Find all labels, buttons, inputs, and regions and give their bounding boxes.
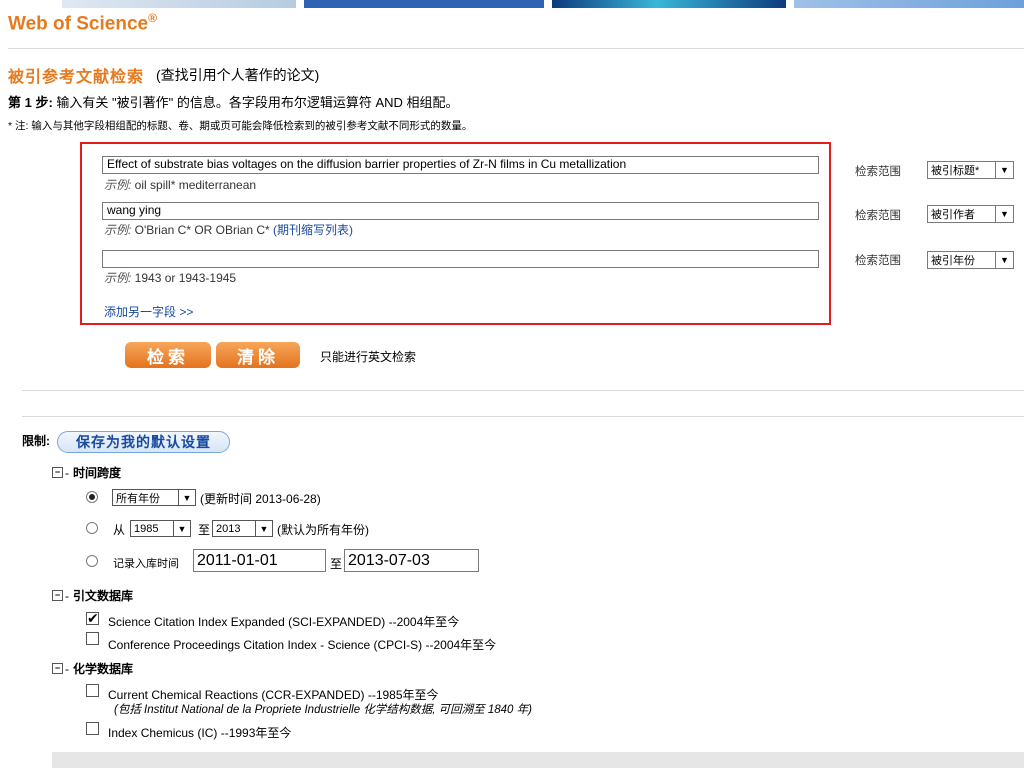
divider bbox=[22, 416, 1024, 417]
radio-all-years[interactable] bbox=[86, 491, 98, 503]
scope-select-title[interactable]: 被引标题* ▼ bbox=[927, 161, 1014, 179]
default-note: (默认为所有年份) bbox=[277, 523, 369, 537]
entry-date-label: 记录入库时间 bbox=[113, 558, 179, 570]
search-note: * 注: 输入与其他字段相组配的标题、卷、期或页可能会降低检索到的被引参考文献不… bbox=[8, 120, 473, 132]
chevron-down-icon: ▼ bbox=[995, 162, 1013, 178]
db-label: Index Chemicus (IC) --1993年至今 bbox=[108, 726, 292, 740]
save-default-button[interactable]: 保存为我的默认设置 bbox=[57, 431, 230, 453]
collapse-icon: − bbox=[52, 467, 63, 478]
scope-label: 检索范围 bbox=[855, 166, 901, 178]
ccr-expanded-checkbox[interactable] bbox=[86, 684, 99, 697]
timespan-section-toggle[interactable]: − - 时间跨度 bbox=[52, 464, 121, 481]
citation-db-section-toggle[interactable]: − - 引文数据库 bbox=[52, 587, 133, 604]
radio-year-range[interactable] bbox=[86, 522, 98, 534]
from-label: 从 bbox=[113, 523, 126, 537]
banner-strip bbox=[62, 0, 296, 8]
cited-year-input[interactable] bbox=[102, 250, 819, 268]
english-only-note: 只能进行英文检索 bbox=[320, 350, 417, 364]
add-field-link[interactable]: 添加另一字段 >> bbox=[104, 303, 193, 320]
step-instruction: 第 1 步: 输入有关 "被引著作" 的信息。各字段用布尔逻辑运算符 AND 相… bbox=[8, 95, 459, 110]
radio-entry-date[interactable] bbox=[86, 555, 98, 567]
cited-author-input[interactable]: wang ying bbox=[102, 202, 819, 220]
page-title: 被引参考文献检索 bbox=[8, 69, 145, 86]
journal-abbrev-link[interactable]: (期刊缩写列表) bbox=[273, 223, 353, 237]
update-date-text: (更新时间 2013-06-28) bbox=[200, 492, 321, 506]
cited-title-input[interactable]: Effect of substrate bias voltages on the… bbox=[102, 156, 819, 174]
chevron-down-icon: ▼ bbox=[995, 206, 1013, 222]
chevron-down-icon: ▼ bbox=[995, 252, 1013, 268]
scope-label: 检索范围 bbox=[855, 210, 901, 222]
page-subtitle: (查找引用个人著作的论文) bbox=[156, 67, 320, 83]
field-example: 示例: 1943 or 1943-1945 bbox=[104, 271, 237, 285]
scope-select-year[interactable]: 被引年份 ▼ bbox=[927, 251, 1014, 269]
brand-logo[interactable]: Web of Science® bbox=[8, 11, 157, 35]
banner-strip bbox=[794, 0, 1024, 8]
search-button[interactable]: 检索 bbox=[125, 342, 211, 368]
checkmark-icon: ✔ bbox=[87, 610, 99, 626]
divider bbox=[8, 48, 1024, 49]
from-year-select[interactable]: 1985 ▼ bbox=[130, 520, 191, 537]
all-years-select[interactable]: 所有年份 ▼ bbox=[112, 489, 196, 506]
collapse-icon: − bbox=[52, 590, 63, 601]
entry-from-input[interactable]: 2011-01-01 bbox=[193, 549, 326, 572]
db-sub-label: (包括 Institut National de la Propriete In… bbox=[114, 704, 532, 716]
db-label: Science Citation Index Expanded (SCI-EXP… bbox=[108, 615, 460, 629]
to-label: 至 bbox=[198, 523, 211, 537]
clear-button[interactable]: 清除 bbox=[216, 342, 300, 368]
db-label: Conference Proceedings Citation Index - … bbox=[108, 638, 497, 652]
cpci-s-checkbox[interactable] bbox=[86, 632, 99, 645]
scope-select-author[interactable]: 被引作者 ▼ bbox=[927, 205, 1014, 223]
field-example: 示例: oil spill* mediterranean bbox=[104, 178, 257, 192]
scope-label: 检索范围 bbox=[855, 255, 901, 267]
banner-strip bbox=[304, 0, 544, 8]
chevron-down-icon: ▼ bbox=[178, 490, 195, 505]
index-chemicus-checkbox[interactable] bbox=[86, 722, 99, 735]
entry-to-label: 至 bbox=[330, 557, 343, 571]
collapse-icon: − bbox=[52, 663, 63, 674]
divider bbox=[22, 390, 1024, 391]
entry-to-input[interactable]: 2013-07-03 bbox=[344, 549, 479, 572]
bottom-overlay-bar bbox=[52, 752, 1024, 768]
to-year-select[interactable]: 2013 ▼ bbox=[212, 520, 273, 537]
chem-db-section-toggle[interactable]: − - 化学数据库 bbox=[52, 660, 133, 677]
banner-strip bbox=[552, 0, 786, 8]
limits-label: 限制: bbox=[22, 434, 50, 448]
chevron-down-icon: ▼ bbox=[173, 521, 190, 536]
sci-expanded-checkbox[interactable]: ✔ bbox=[86, 610, 99, 626]
chevron-down-icon: ▼ bbox=[255, 521, 272, 536]
field-example: 示例: O'Brian C* OR OBrian C* (期刊缩写列表) bbox=[104, 223, 354, 237]
